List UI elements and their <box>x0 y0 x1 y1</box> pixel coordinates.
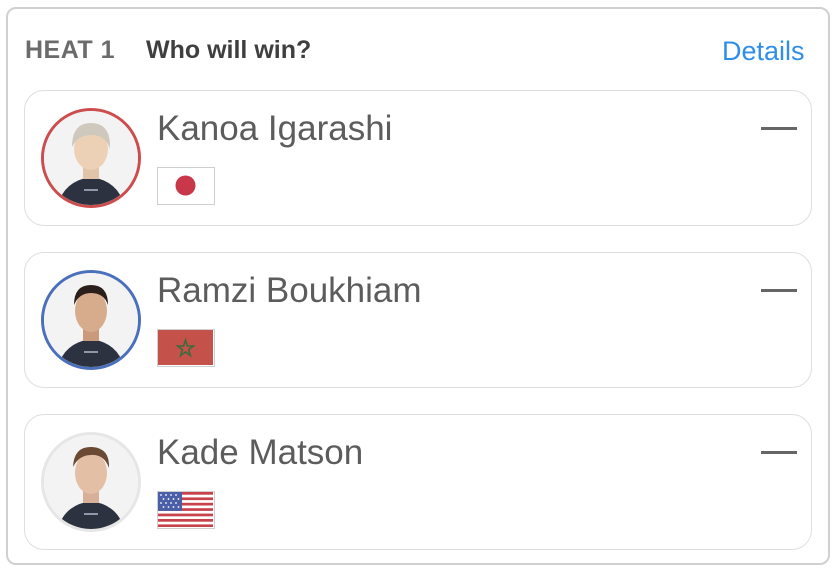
prediction-dash[interactable] <box>761 127 797 130</box>
person-photo-icon <box>44 435 138 529</box>
person-photo-icon <box>44 273 138 367</box>
morocco-flag-icon <box>157 329 215 367</box>
prediction-dash[interactable] <box>761 451 797 454</box>
question-title: Who will win? <box>146 36 312 64</box>
surfer-name: Kade Matson <box>157 433 364 472</box>
surfer-avatar <box>41 270 141 370</box>
heat-label: HEAT 1 <box>25 36 116 64</box>
surfer-avatar <box>41 432 141 532</box>
surfer-name: Ramzi Boukhiam <box>157 271 422 310</box>
person-photo-icon <box>44 111 138 205</box>
prediction-dash[interactable] <box>761 289 797 292</box>
japan-flag-icon <box>157 167 215 205</box>
surfer-row-kanoa-igarashi[interactable]: Kanoa Igarashi <box>24 90 812 226</box>
surfer-row-ramzi-boukhiam[interactable]: Ramzi Boukhiam <box>24 252 812 388</box>
surfer-avatar <box>41 108 141 208</box>
surfer-name: Kanoa Igarashi <box>157 109 393 148</box>
usa-flag-icon <box>157 491 215 529</box>
surfer-row-kade-matson[interactable]: Kade Matson <box>24 414 812 550</box>
details-link[interactable]: Details <box>722 36 805 67</box>
